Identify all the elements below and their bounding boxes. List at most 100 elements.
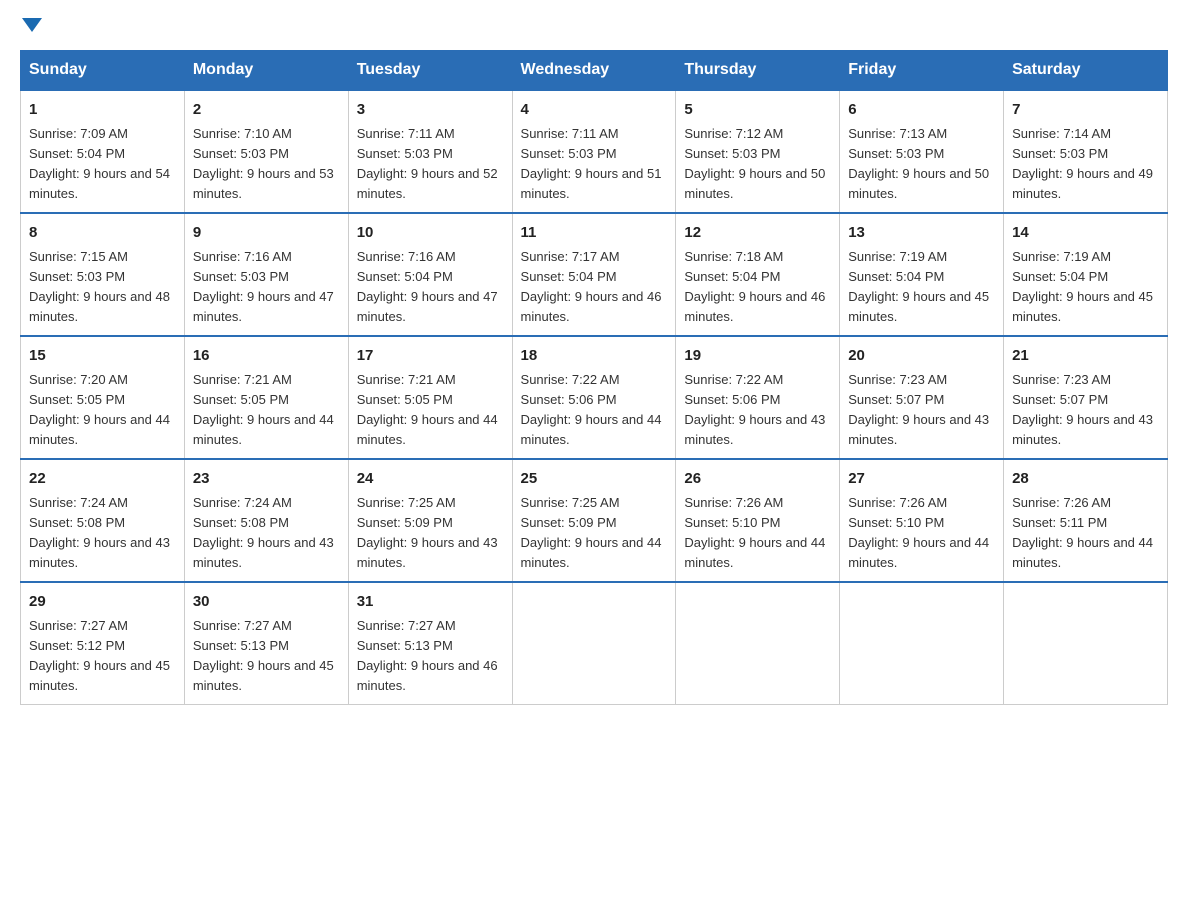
calendar-week-5: 29Sunrise: 7:27 AMSunset: 5:12 PMDayligh… [21,582,1168,705]
table-row [512,582,676,705]
calendar-header-thursday: Thursday [676,51,840,91]
day-info: Sunrise: 7:14 AMSunset: 5:03 PMDaylight:… [1012,124,1159,205]
table-row: 2Sunrise: 7:10 AMSunset: 5:03 PMDaylight… [184,90,348,213]
day-info: Sunrise: 7:25 AMSunset: 5:09 PMDaylight:… [357,493,504,574]
table-row: 13Sunrise: 7:19 AMSunset: 5:04 PMDayligh… [840,213,1004,336]
table-row: 17Sunrise: 7:21 AMSunset: 5:05 PMDayligh… [348,336,512,459]
day-number: 19 [684,345,831,368]
day-number: 14 [1012,222,1159,245]
day-number: 31 [357,591,504,614]
day-info: Sunrise: 7:18 AMSunset: 5:04 PMDaylight:… [684,247,831,328]
table-row [676,582,840,705]
table-row: 11Sunrise: 7:17 AMSunset: 5:04 PMDayligh… [512,213,676,336]
calendar-header-monday: Monday [184,51,348,91]
day-info: Sunrise: 7:15 AMSunset: 5:03 PMDaylight:… [29,247,176,328]
day-info: Sunrise: 7:26 AMSunset: 5:10 PMDaylight:… [848,493,995,574]
page-header [20,20,1168,34]
day-info: Sunrise: 7:22 AMSunset: 5:06 PMDaylight:… [521,370,668,451]
table-row: 28Sunrise: 7:26 AMSunset: 5:11 PMDayligh… [1004,459,1168,582]
table-row: 31Sunrise: 7:27 AMSunset: 5:13 PMDayligh… [348,582,512,705]
table-row: 15Sunrise: 7:20 AMSunset: 5:05 PMDayligh… [21,336,185,459]
day-info: Sunrise: 7:23 AMSunset: 5:07 PMDaylight:… [1012,370,1159,451]
table-row: 23Sunrise: 7:24 AMSunset: 5:08 PMDayligh… [184,459,348,582]
logo-triangle-icon [22,18,42,32]
logo [20,20,42,34]
day-number: 16 [193,345,340,368]
table-row: 10Sunrise: 7:16 AMSunset: 5:04 PMDayligh… [348,213,512,336]
day-info: Sunrise: 7:10 AMSunset: 5:03 PMDaylight:… [193,124,340,205]
day-number: 1 [29,99,176,122]
calendar-header-sunday: Sunday [21,51,185,91]
day-info: Sunrise: 7:19 AMSunset: 5:04 PMDaylight:… [848,247,995,328]
calendar-week-3: 15Sunrise: 7:20 AMSunset: 5:05 PMDayligh… [21,336,1168,459]
table-row: 8Sunrise: 7:15 AMSunset: 5:03 PMDaylight… [21,213,185,336]
day-number: 17 [357,345,504,368]
day-number: 23 [193,468,340,491]
calendar-header-friday: Friday [840,51,1004,91]
day-info: Sunrise: 7:26 AMSunset: 5:11 PMDaylight:… [1012,493,1159,574]
day-number: 30 [193,591,340,614]
calendar-table: SundayMondayTuesdayWednesdayThursdayFrid… [20,50,1168,705]
day-info: Sunrise: 7:21 AMSunset: 5:05 PMDaylight:… [193,370,340,451]
day-number: 22 [29,468,176,491]
day-info: Sunrise: 7:11 AMSunset: 5:03 PMDaylight:… [521,124,668,205]
table-row: 6Sunrise: 7:13 AMSunset: 5:03 PMDaylight… [840,90,1004,213]
day-number: 25 [521,468,668,491]
day-number: 9 [193,222,340,245]
day-info: Sunrise: 7:11 AMSunset: 5:03 PMDaylight:… [357,124,504,205]
day-number: 21 [1012,345,1159,368]
calendar-week-4: 22Sunrise: 7:24 AMSunset: 5:08 PMDayligh… [21,459,1168,582]
day-info: Sunrise: 7:20 AMSunset: 5:05 PMDaylight:… [29,370,176,451]
table-row: 21Sunrise: 7:23 AMSunset: 5:07 PMDayligh… [1004,336,1168,459]
calendar-header-wednesday: Wednesday [512,51,676,91]
day-number: 24 [357,468,504,491]
day-info: Sunrise: 7:21 AMSunset: 5:05 PMDaylight:… [357,370,504,451]
day-info: Sunrise: 7:27 AMSunset: 5:13 PMDaylight:… [193,616,340,697]
table-row [840,582,1004,705]
day-info: Sunrise: 7:19 AMSunset: 5:04 PMDaylight:… [1012,247,1159,328]
day-number: 4 [521,99,668,122]
table-row: 12Sunrise: 7:18 AMSunset: 5:04 PMDayligh… [676,213,840,336]
day-number: 13 [848,222,995,245]
day-info: Sunrise: 7:17 AMSunset: 5:04 PMDaylight:… [521,247,668,328]
day-number: 10 [357,222,504,245]
table-row: 25Sunrise: 7:25 AMSunset: 5:09 PMDayligh… [512,459,676,582]
day-number: 8 [29,222,176,245]
calendar-header-row: SundayMondayTuesdayWednesdayThursdayFrid… [21,51,1168,91]
calendar-week-1: 1Sunrise: 7:09 AMSunset: 5:04 PMDaylight… [21,90,1168,213]
table-row: 3Sunrise: 7:11 AMSunset: 5:03 PMDaylight… [348,90,512,213]
table-row: 29Sunrise: 7:27 AMSunset: 5:12 PMDayligh… [21,582,185,705]
day-info: Sunrise: 7:12 AMSunset: 5:03 PMDaylight:… [684,124,831,205]
day-number: 3 [357,99,504,122]
table-row: 26Sunrise: 7:26 AMSunset: 5:10 PMDayligh… [676,459,840,582]
table-row: 5Sunrise: 7:12 AMSunset: 5:03 PMDaylight… [676,90,840,213]
day-number: 6 [848,99,995,122]
day-info: Sunrise: 7:13 AMSunset: 5:03 PMDaylight:… [848,124,995,205]
calendar-week-2: 8Sunrise: 7:15 AMSunset: 5:03 PMDaylight… [21,213,1168,336]
day-info: Sunrise: 7:24 AMSunset: 5:08 PMDaylight:… [29,493,176,574]
calendar-header-saturday: Saturday [1004,51,1168,91]
day-info: Sunrise: 7:24 AMSunset: 5:08 PMDaylight:… [193,493,340,574]
table-row: 20Sunrise: 7:23 AMSunset: 5:07 PMDayligh… [840,336,1004,459]
table-row: 9Sunrise: 7:16 AMSunset: 5:03 PMDaylight… [184,213,348,336]
table-row: 18Sunrise: 7:22 AMSunset: 5:06 PMDayligh… [512,336,676,459]
day-info: Sunrise: 7:09 AMSunset: 5:04 PMDaylight:… [29,124,176,205]
table-row: 7Sunrise: 7:14 AMSunset: 5:03 PMDaylight… [1004,90,1168,213]
day-number: 29 [29,591,176,614]
calendar-header-tuesday: Tuesday [348,51,512,91]
table-row: 30Sunrise: 7:27 AMSunset: 5:13 PMDayligh… [184,582,348,705]
day-info: Sunrise: 7:16 AMSunset: 5:04 PMDaylight:… [357,247,504,328]
table-row: 1Sunrise: 7:09 AMSunset: 5:04 PMDaylight… [21,90,185,213]
table-row [1004,582,1168,705]
table-row: 27Sunrise: 7:26 AMSunset: 5:10 PMDayligh… [840,459,1004,582]
table-row: 22Sunrise: 7:24 AMSunset: 5:08 PMDayligh… [21,459,185,582]
day-number: 27 [848,468,995,491]
table-row: 14Sunrise: 7:19 AMSunset: 5:04 PMDayligh… [1004,213,1168,336]
day-number: 28 [1012,468,1159,491]
day-info: Sunrise: 7:27 AMSunset: 5:12 PMDaylight:… [29,616,176,697]
table-row: 16Sunrise: 7:21 AMSunset: 5:05 PMDayligh… [184,336,348,459]
day-number: 7 [1012,99,1159,122]
day-info: Sunrise: 7:22 AMSunset: 5:06 PMDaylight:… [684,370,831,451]
day-number: 12 [684,222,831,245]
table-row: 24Sunrise: 7:25 AMSunset: 5:09 PMDayligh… [348,459,512,582]
